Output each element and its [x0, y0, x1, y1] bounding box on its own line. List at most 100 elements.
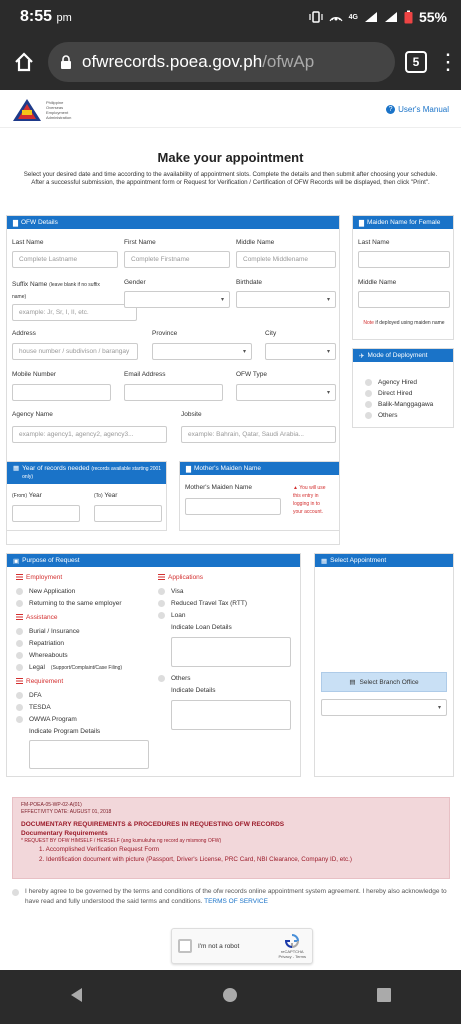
radio-repatriation[interactable]: Repatriation [16, 640, 64, 647]
maiden-name-header: ▇ Maiden Name for Female [353, 216, 453, 229]
poea-logo-mark [13, 98, 41, 121]
recaptcha-checkbox[interactable] [178, 939, 192, 953]
radio-owwa-program[interactable]: OWWA Program [16, 716, 77, 723]
requirement-item: 2. Identification document with picture … [39, 856, 353, 863]
list-icon [158, 574, 165, 581]
poea-logo: Philippine Overseas Employment Administrati… [12, 98, 86, 122]
others-details-textarea[interactable] [171, 700, 291, 730]
city-select[interactable] [265, 343, 336, 360]
overflow-menu-icon[interactable]: ⋮ [437, 51, 459, 73]
birthdate-select[interactable] [236, 291, 336, 308]
recents-button[interactable] [376, 987, 392, 1008]
mobile-input[interactable] [12, 384, 111, 401]
back-button[interactable] [69, 987, 85, 1008]
loan-details-textarea[interactable] [171, 637, 291, 667]
radio-visa[interactable]: Visa [158, 588, 184, 595]
maiden-note: Note if deployed using maiden name [363, 320, 445, 326]
radio-whereabouts[interactable]: Whereabouts [16, 652, 68, 659]
year-header: ▦ Year of records needed (records availab… [7, 462, 166, 484]
mother-maiden-panel: ▇ Mother's Maiden Name Mother's Maiden Na… [179, 461, 340, 531]
list-icon [16, 574, 23, 581]
radio-dfa[interactable]: DFA [16, 692, 42, 699]
agree-radio[interactable] [12, 889, 19, 896]
home-button[interactable] [10, 48, 38, 76]
year-from-input[interactable] [12, 505, 80, 522]
url-domain: ofwrecords.poea.gov.ph [82, 52, 263, 71]
back-icon [70, 987, 82, 1002]
user-icon-2: ▇ [359, 219, 364, 227]
vibrate-icon [309, 11, 323, 23]
last-name-input[interactable]: Complete Lastname [12, 251, 118, 268]
radio-purpose-others[interactable]: Others [158, 675, 191, 682]
camera-icon: ▣ [13, 557, 20, 565]
gender-select[interactable] [124, 291, 230, 308]
gender-label: Gender [124, 279, 146, 286]
radio-direct-hired[interactable]: Direct Hired [365, 390, 412, 397]
request-by: * REQUEST BY OFW HIMSELF / HERSELF (ang … [21, 838, 222, 844]
tab-switcher-button[interactable]: 5 [405, 51, 427, 73]
province-select[interactable] [152, 343, 252, 360]
users-manual-link[interactable]: ? User's Manual [386, 105, 449, 114]
form-code: FM-POEA-05-WP-02-A(01) [21, 802, 82, 808]
maiden-middle-input[interactable] [358, 291, 450, 308]
recaptcha-brand: reCAPTCHA Privacy - Terms [279, 933, 306, 959]
signal-icon-2 [384, 12, 397, 22]
program-details-textarea[interactable] [29, 740, 149, 769]
year-from-label: (From) Year [12, 492, 42, 499]
maiden-last-input[interactable] [358, 251, 450, 268]
maiden-middle-label: Middle Name [358, 279, 397, 286]
network-type: 4G [348, 13, 358, 21]
address-input[interactable]: house number / subdivison / barangay [12, 343, 138, 360]
deployment-header: ✈ Mode of Deployment [353, 349, 453, 362]
home-icon [15, 52, 33, 72]
loan-details-label: Indicate Loan Details [171, 624, 232, 631]
middle-name-input[interactable]: Complete Middlename [236, 251, 336, 268]
battery-icon [404, 10, 413, 24]
ofw-type-select[interactable] [236, 384, 336, 401]
radio-loan[interactable]: Loan [158, 612, 185, 619]
jobsite-label: Jobsite [181, 411, 202, 418]
suffix-input[interactable]: example: Jr, Sr, I, II, etc. [12, 304, 137, 321]
birthdate-label: Birthdate [236, 279, 263, 286]
radio-deployment-others[interactable]: Others [365, 412, 398, 419]
recaptcha-label: I'm not a robot [198, 942, 240, 950]
browser-toolbar: ofwrecords.poea.gov.ph/ofwAp 5 ⋮ [0, 34, 461, 90]
mother-maiden-label: Mother's Maiden Name [185, 484, 252, 491]
radio-legal[interactable]: Legal (Support/Complaint/Case Filing) [16, 664, 122, 671]
branch-select[interactable] [321, 699, 447, 716]
email-input[interactable] [124, 384, 223, 401]
city-label: City [265, 330, 277, 337]
calendar-icon-2: ▦ [321, 557, 328, 565]
terms-of-service-link[interactable]: TERMS OF SERVICE [204, 898, 268, 905]
first-name-input[interactable]: Complete Firstname [124, 251, 230, 268]
mother-maiden-header: ▇ Mother's Maiden Name [180, 462, 339, 475]
home-circle-icon [223, 987, 238, 1002]
radio-tesda[interactable]: TESDA [16, 704, 51, 711]
radio-returning-employer[interactable]: Returning to the same employer [16, 600, 122, 607]
url-path: /ofwAp [262, 52, 315, 71]
others-details-label: Indicate Details [171, 687, 216, 694]
radio-burial-insurance[interactable]: Burial / Insurance [16, 628, 80, 635]
signal-icon [364, 12, 377, 22]
home-nav-button[interactable] [222, 987, 238, 1008]
radio-agency-hired[interactable]: Agency Hired [365, 379, 417, 386]
terms-agreement[interactable]: I hereby agree to be governed by the ter… [12, 887, 452, 907]
status-bar: 8:55 pm 4G 55% [0, 0, 461, 34]
year-to-input[interactable] [94, 505, 162, 522]
list-icon [16, 678, 23, 685]
address-label: Address [12, 330, 36, 337]
list-icon [16, 614, 23, 621]
jobsite-input[interactable]: example: Bahrain, Qatar, Saudi Arabia... [181, 426, 336, 443]
radio-new-application[interactable]: New Application [16, 588, 75, 595]
user-icon: ▇ [13, 219, 18, 227]
year-to-label: (To) Year [94, 492, 118, 499]
radio-balik-manggagawa[interactable]: Balik-Manggagawa [365, 401, 433, 408]
warning-icon: ▲ [293, 485, 298, 491]
agency-input[interactable]: example: agency1, agency2, agency3... [12, 426, 167, 443]
select-branch-button[interactable]: ▤ Select Branch Office [321, 672, 447, 692]
address-bar[interactable]: ofwrecords.poea.gov.ph/ofwAp [48, 42, 395, 82]
page-intro: Select your desired date and time accord… [23, 171, 438, 186]
radio-rtt[interactable]: Reduced Travel Tax (RTT) [158, 600, 247, 607]
appointment-header: ▦ Select Appointment [315, 554, 453, 567]
mother-maiden-input[interactable] [185, 498, 281, 515]
